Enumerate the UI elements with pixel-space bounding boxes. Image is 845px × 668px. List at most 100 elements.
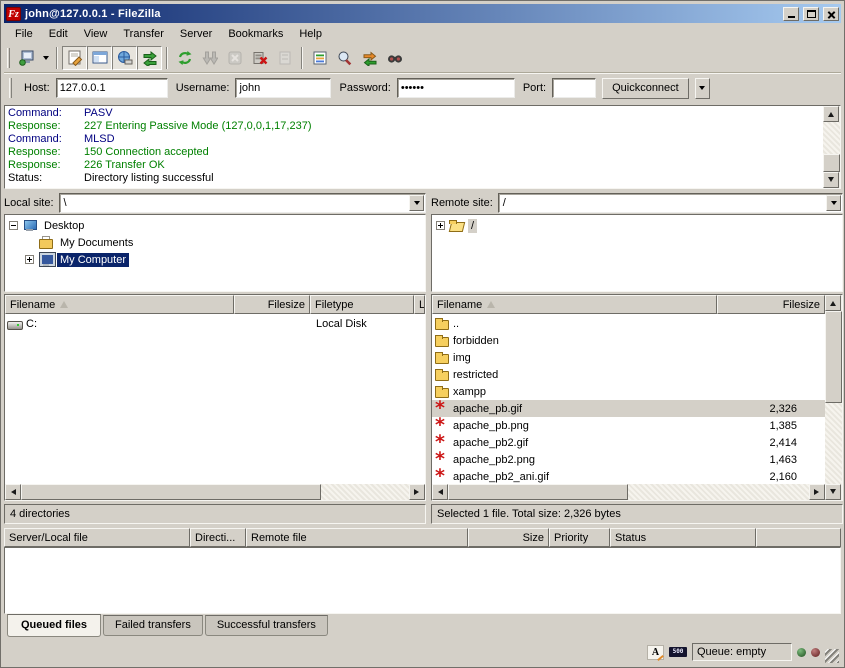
local-site-dropdown-button[interactable] (409, 195, 424, 211)
toggle-message-log-button[interactable] (62, 46, 87, 70)
toolbar-gripper[interactable] (7, 48, 10, 68)
tree-item[interactable]: My Documents (5, 234, 425, 251)
scroll-track[interactable] (448, 484, 809, 500)
scroll-left-button[interactable] (5, 484, 21, 500)
local-site-combo[interactable]: \ (59, 193, 426, 213)
scroll-track[interactable] (21, 484, 409, 500)
file-row[interactable]: forbidden (432, 332, 825, 349)
process-queue-button[interactable] (197, 46, 222, 70)
scroll-thumb[interactable] (823, 154, 840, 172)
reconnect-button[interactable] (272, 46, 297, 70)
local-list-body[interactable]: C: Local Disk (5, 314, 425, 484)
file-row[interactable]: apache_pb2.png 1,463 (432, 451, 825, 468)
file-row[interactable]: C: Local Disk (5, 315, 425, 332)
tab-queued-files[interactable]: Queued files (7, 614, 101, 637)
column-header-priority[interactable]: Priority (549, 528, 610, 547)
quickconnect-dropdown-button[interactable] (695, 78, 710, 99)
title-bar[interactable]: Fz john@127.0.0.1 - FileZilla (4, 4, 841, 23)
tree-expander-icon[interactable] (25, 255, 34, 264)
quickbar-gripper[interactable] (9, 78, 12, 98)
toggle-local-tree-button[interactable] (87, 46, 112, 70)
remote-directory-tree[interactable]: / (431, 214, 843, 292)
column-header-filesize[interactable]: Filesize (234, 295, 310, 314)
scroll-down-button[interactable] (823, 172, 839, 188)
menu-item[interactable]: File (7, 25, 41, 43)
file-row[interactable]: xampp (432, 383, 825, 400)
filter-button[interactable] (307, 46, 332, 70)
transfer-type-icon[interactable]: A (647, 645, 664, 660)
tree-item[interactable]: My Computer (5, 251, 425, 268)
tree-expander-icon[interactable] (9, 221, 18, 230)
remote-horizontal-scrollbar[interactable] (432, 484, 825, 500)
column-header-filename[interactable]: Filename (5, 295, 234, 314)
speed-limits-icon[interactable]: 500 (669, 647, 687, 657)
scroll-track[interactable] (823, 122, 840, 172)
file-row[interactable]: img (432, 349, 825, 366)
scroll-thumb[interactable] (21, 484, 321, 500)
tab-failed-transfers[interactable]: Failed transfers (103, 615, 203, 636)
local-directory-tree[interactable]: Desktop My Documents My Computer (4, 214, 426, 292)
column-header-filesize[interactable]: Filesize (717, 295, 825, 314)
tree-item[interactable]: Desktop (5, 217, 425, 234)
remote-site-combo[interactable]: / (498, 193, 843, 213)
column-header-direction[interactable]: Directi... (190, 528, 246, 547)
window-resize-grip[interactable] (825, 649, 839, 663)
quickconnect-button[interactable]: Quickconnect (602, 78, 689, 99)
file-row[interactable]: apache_pb.gif 2,326 (432, 400, 825, 417)
column-header-filename[interactable]: Filename (432, 295, 717, 314)
column-header-filetype[interactable]: Filetype (310, 295, 414, 314)
log-vertical-scrollbar[interactable] (823, 106, 840, 188)
menu-item[interactable]: Help (291, 25, 330, 43)
column-header-remote-file[interactable]: Remote file (246, 528, 468, 547)
scroll-up-button[interactable] (825, 295, 841, 311)
port-input[interactable] (552, 78, 596, 98)
site-manager-dropdown-button[interactable] (39, 46, 52, 70)
scroll-right-button[interactable] (809, 484, 825, 500)
menu-item[interactable]: Server (172, 25, 220, 43)
queue-list-body[interactable] (4, 547, 841, 614)
file-row[interactable]: restricted (432, 366, 825, 383)
maximize-button[interactable] (803, 7, 819, 21)
remote-list-body[interactable]: .. forbidden img (432, 314, 825, 484)
host-input[interactable] (56, 78, 168, 98)
find-files-button[interactable] (382, 46, 407, 70)
scroll-left-button[interactable] (432, 484, 448, 500)
local-horizontal-scrollbar[interactable] (5, 484, 425, 500)
remote-site-dropdown-button[interactable] (826, 195, 841, 211)
toggle-transfer-queue-button[interactable] (137, 46, 162, 70)
tree-expander-icon[interactable] (436, 221, 445, 230)
disconnect-button[interactable] (247, 46, 272, 70)
tree-item[interactable]: / (432, 217, 842, 234)
refresh-button[interactable] (172, 46, 197, 70)
scroll-down-button[interactable] (825, 484, 841, 500)
menu-item[interactable]: View (76, 25, 116, 43)
scroll-up-button[interactable] (823, 106, 839, 122)
password-input[interactable] (397, 78, 515, 98)
column-header-status[interactable]: Status (610, 528, 756, 547)
username-input[interactable] (235, 78, 331, 98)
message-log[interactable]: Command: PASV Response: 227 Entering Pas… (5, 106, 823, 188)
site-manager-button[interactable] (14, 46, 39, 70)
menu-item[interactable]: Transfer (115, 25, 172, 43)
scroll-right-button[interactable] (409, 484, 425, 500)
synchronized-browsing-button[interactable] (357, 46, 382, 70)
menu-item[interactable]: Edit (41, 25, 76, 43)
close-button[interactable] (823, 7, 839, 21)
scroll-thumb[interactable] (825, 311, 842, 403)
tab-successful-transfers[interactable]: Successful transfers (205, 615, 328, 636)
minimize-button[interactable] (783, 7, 799, 21)
toggle-remote-tree-button[interactable] (112, 46, 137, 70)
menu-item[interactable]: Bookmarks (220, 25, 291, 43)
column-header-size[interactable]: Size (468, 528, 549, 547)
file-row[interactable]: apache_pb2_ani.gif 2,160 (432, 468, 825, 484)
remote-vertical-scrollbar[interactable] (825, 295, 842, 500)
scroll-track[interactable] (825, 311, 842, 484)
file-row[interactable]: apache_pb2.gif 2,414 (432, 434, 825, 451)
column-header-server-local-file[interactable]: Server/Local file (4, 528, 190, 547)
file-row[interactable]: apache_pb.png 1,385 (432, 417, 825, 434)
directory-comparison-button[interactable] (332, 46, 357, 70)
file-row[interactable]: .. (432, 315, 825, 332)
cancel-operation-button[interactable] (222, 46, 247, 70)
scroll-thumb[interactable] (448, 484, 628, 500)
column-header-last-modified[interactable]: L (414, 295, 425, 314)
